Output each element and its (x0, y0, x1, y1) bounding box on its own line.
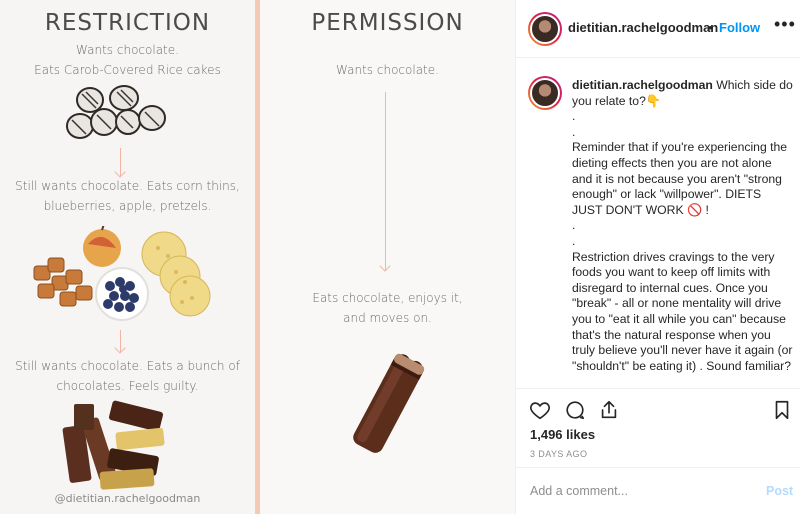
caption-paragraph-2: Restriction drives cravings to the very … (572, 249, 793, 373)
chocolate-bar-image (353, 353, 425, 453)
post-actions: 1,496 likes 3 DAYS AGO Post (516, 388, 800, 514)
restriction-heading: RESTRICTION (44, 10, 211, 36)
caption-line: Still wants chocolate. Eats corn thins, (15, 179, 240, 193)
avatar[interactable] (528, 12, 562, 46)
avatar-photo (530, 14, 560, 44)
caption-line: chocolates. Feels guilty. (56, 379, 199, 393)
header-username[interactable]: dietitian.rachelgoodman (568, 20, 718, 35)
caption-dot: . (572, 218, 576, 233)
caption-line: Still wants chocolate. Eats a bunch of (15, 359, 240, 373)
caption-dot: . (572, 124, 576, 139)
caption-line: Eats chocolate, enjoys it, (312, 291, 463, 305)
post-sidebar: dietitian.rachelgoodman • Follow ••• die… (515, 0, 800, 514)
arrow-head (114, 342, 126, 354)
heart-icon[interactable] (529, 399, 551, 421)
restriction-caption-2: Still wants chocolate. Eats corn thins, … (0, 176, 255, 216)
permission-column: PERMISSION Wants chocolate. Eats chocola… (260, 0, 515, 514)
header-separator: • (708, 20, 713, 35)
permission-caption-1: Wants chocolate. (336, 63, 439, 77)
restriction-column: RESTRICTION Wants chocolate. Eats Carob-… (0, 0, 255, 514)
caption-dot: . (572, 109, 576, 124)
comment-bar: Post (516, 467, 800, 514)
arrow-head (379, 260, 391, 272)
watermark-handle: @dietitian.rachelgoodman (54, 492, 201, 505)
caption-dot: . (572, 233, 576, 248)
caption-line: Eats Carob-Covered Rice cakes (34, 63, 221, 77)
arrow-down (385, 92, 386, 270)
more-horizontal-icon[interactable]: ••• (774, 14, 796, 35)
permission-heading: PERMISSION (311, 10, 464, 36)
post-button[interactable]: Post (766, 484, 793, 498)
restriction-caption-1: Wants chocolate. Eats Carob-Covered Rice… (0, 40, 255, 80)
post-date[interactable]: 3 DAYS AGO (530, 449, 587, 459)
caption-intro: dietitian.rachelgoodman Which side do yo… (572, 78, 794, 109)
caption-paragraph-1: Reminder that if you're experiencing the… (572, 140, 788, 217)
caption-line: Wants chocolate. (76, 43, 179, 57)
caption-line: and moves on. (343, 311, 432, 325)
follow-button[interactable]: Follow (719, 20, 760, 35)
caption-area: dietitian.rachelgoodman Which side do yo… (516, 58, 800, 388)
avatar-photo (530, 78, 560, 108)
restriction-caption-3: Still wants chocolate. Eats a bunch of c… (0, 356, 255, 396)
avatar[interactable] (528, 76, 562, 110)
post-image[interactable]: RESTRICTION Wants chocolate. Eats Carob-… (0, 0, 515, 514)
caption-line: blueberries, apple, pretzels. (43, 199, 212, 213)
likes-count[interactable]: 1,496 likes (530, 427, 595, 442)
permission-caption-2: Eats chocolate, enjoys it, and moves on. (260, 288, 515, 328)
chocolates-pile-image (62, 400, 165, 490)
share-icon[interactable] (598, 399, 620, 421)
rice-cakes-image (66, 85, 166, 139)
comment-input[interactable] (530, 484, 750, 498)
snacks-image (33, 226, 211, 321)
post-caption: dietitian.rachelgoodman Which side do yo… (572, 78, 794, 374)
post-header: dietitian.rachelgoodman • Follow ••• (516, 0, 800, 58)
bookmark-icon[interactable] (771, 399, 793, 421)
comment-icon[interactable] (564, 399, 586, 421)
caption-username[interactable]: dietitian.rachelgoodman (572, 78, 713, 92)
